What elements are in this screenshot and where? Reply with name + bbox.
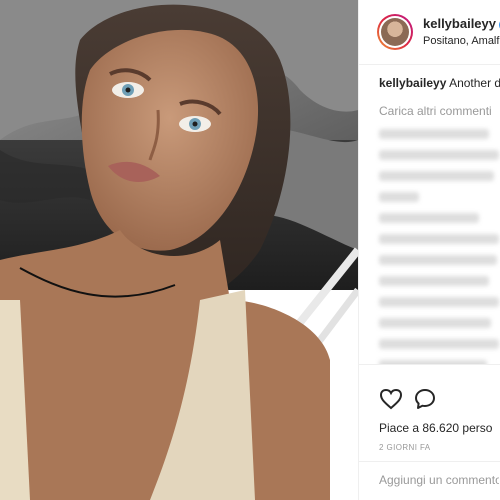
post-header: kellybaileyy✓ Positano, Amalfi C: [359, 0, 500, 65]
post-photo[interactable]: [0, 0, 358, 500]
blurred-comment: [379, 255, 497, 265]
blurred-comment: [379, 297, 499, 307]
post-side-panel: kellybaileyy✓ Positano, Amalfi C kellyba…: [358, 0, 500, 500]
blurred-comment: [379, 276, 489, 286]
post-username[interactable]: kellybaileyy✓: [423, 16, 500, 31]
comment-bubble-icon[interactable]: [413, 387, 437, 411]
likes-count[interactable]: Piace a 86.620 perso: [379, 421, 492, 435]
heart-icon[interactable]: [379, 387, 403, 411]
blurred-comment: [379, 171, 494, 181]
blurred-comment: [379, 234, 499, 244]
blurred-comment: [379, 150, 499, 160]
blurred-comment: [379, 192, 419, 202]
caption-text: Another da: [449, 76, 500, 90]
caption-username[interactable]: kellybaileyy: [379, 76, 446, 90]
post-photo-image: [0, 0, 358, 500]
add-comment-bar: [359, 461, 500, 500]
post-caption: kellybaileyy Another da: [379, 76, 500, 90]
blurred-comment: [379, 318, 491, 328]
comment-input[interactable]: [377, 472, 500, 488]
post-location[interactable]: Positano, Amalfi C: [423, 35, 500, 47]
avatar[interactable]: [377, 14, 413, 50]
avatar-image: [381, 18, 409, 46]
load-more-comments-button[interactable]: Carica altri commenti: [379, 104, 500, 118]
blurred-comment: [379, 339, 499, 349]
blurred-comment: [379, 213, 479, 223]
post-timestamp[interactable]: 2 GIORNI FA: [379, 443, 431, 452]
username-label: kellybaileyy: [423, 16, 496, 31]
post-actions: Piace a 86.620 perso 2 GIORNI FA: [359, 364, 500, 500]
comments-list[interactable]: kellybaileyy Another da Carica altri com…: [359, 64, 500, 364]
blurred-comment: [379, 129, 489, 139]
